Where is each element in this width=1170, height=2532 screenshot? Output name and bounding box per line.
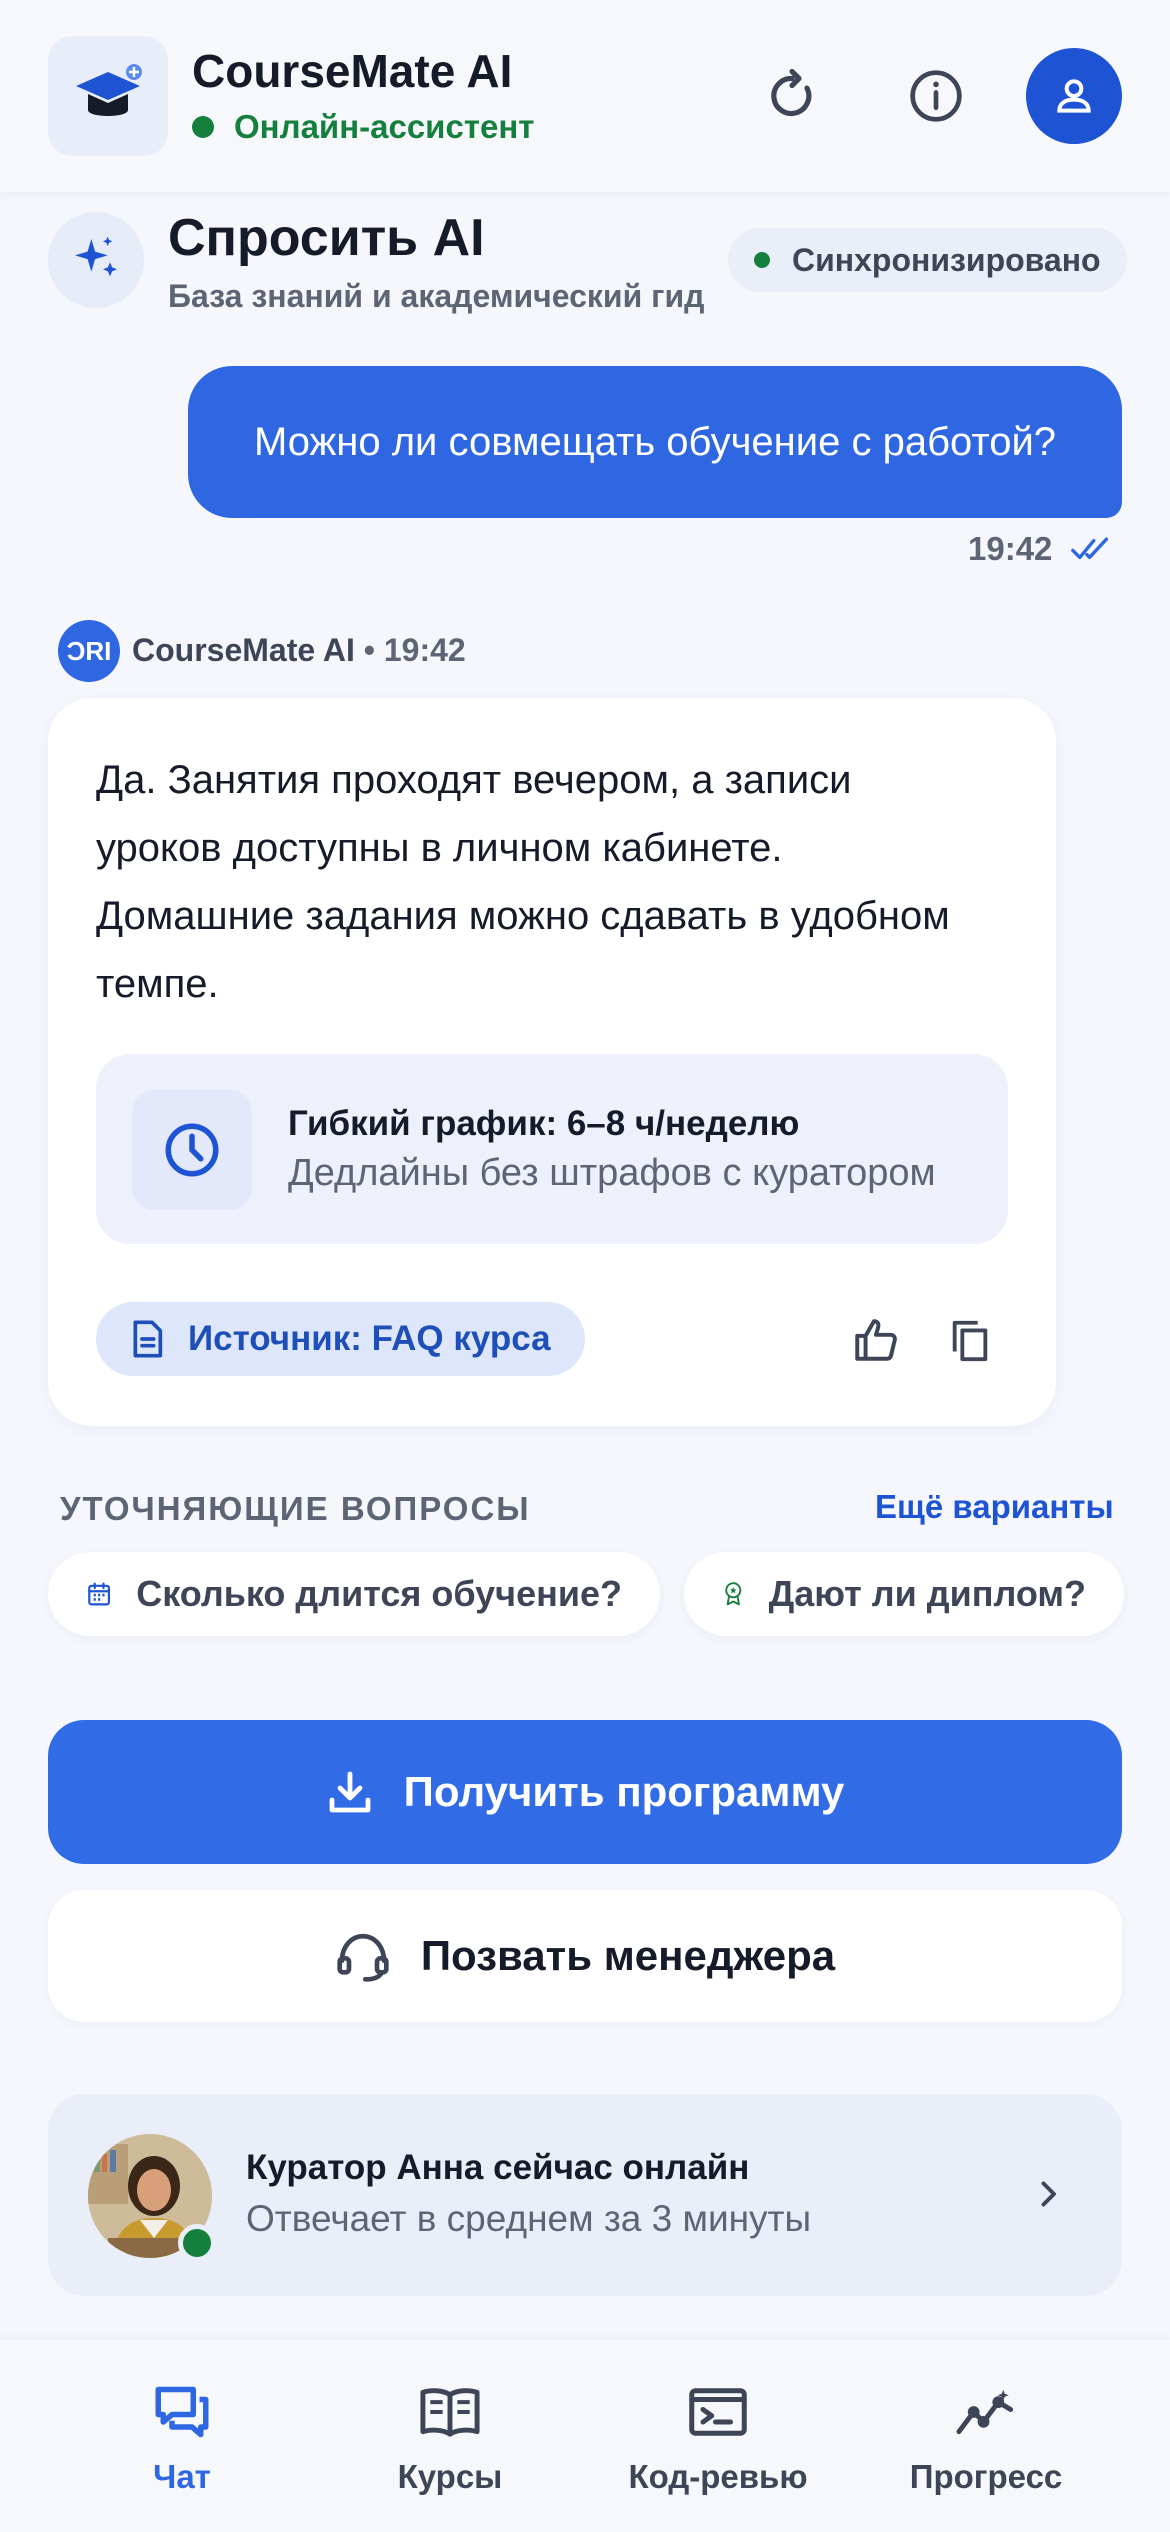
- chevron-right-icon: [1016, 2162, 1080, 2226]
- graduation-cap-icon: [48, 36, 168, 156]
- info-button[interactable]: [888, 48, 984, 144]
- app-title: CourseMate AI: [192, 45, 513, 97]
- double-check-icon: [1071, 537, 1109, 560]
- sync-dot: [754, 252, 770, 268]
- download-icon: [329, 1771, 371, 1813]
- user-message-time: 19:42: [968, 530, 1053, 567]
- headset-icon: [337, 1933, 389, 1982]
- ai-avatar-text: ƆRI: [66, 635, 112, 666]
- progress-icon: [954, 2380, 1018, 2444]
- nav-item-chat[interactable]: Чат: [36, 2340, 328, 2532]
- copy-button[interactable]: [938, 1308, 1002, 1372]
- ai-message-time: • 19:42: [363, 632, 466, 668]
- sync-status-label: Синхронизировано: [792, 241, 1101, 278]
- followup-chip-label: Дают ли диплом?: [768, 1573, 1086, 1614]
- assistant-status: Онлайн-ассистент: [192, 108, 534, 146]
- page-subtitle: База знаний и академический гид: [168, 278, 705, 314]
- nav-label: Курсы: [397, 2458, 503, 2495]
- source-chip[interactable]: Источник: FAQ курса: [96, 1302, 585, 1376]
- nav-label: Код-ревью: [628, 2458, 808, 2495]
- ai-message-card: Да. Занятия проходят вечером, а записи у…: [48, 698, 1056, 1426]
- nav-label: Прогресс: [909, 2458, 1063, 2495]
- get-program-label: Получить программу: [403, 1768, 845, 1815]
- call-manager-label: Позвать менеджера: [420, 1932, 836, 1979]
- sync-status-badge: Синхронизировано: [728, 228, 1127, 292]
- clock-icon: [132, 1090, 252, 1210]
- curator-name: Куратор Анна сейчас онлайн: [246, 2148, 750, 2187]
- assistant-status-label: Онлайн-ассистент: [234, 108, 535, 145]
- terminal-icon: [688, 2380, 748, 2444]
- schedule-info-box: Гибкий график: 6–8 ч/неделю Дедлайны без…: [96, 1054, 1008, 1244]
- followup-chip-duration[interactable]: Сколько длится обучение?: [48, 1552, 660, 1636]
- bottom-navigation: Чат Курсы Код-ревью Прогресс: [0, 2340, 1170, 2532]
- refresh-icon: [771, 68, 812, 116]
- schedule-title: Гибкий график: 6–8 ч/неделю: [288, 1104, 800, 1143]
- page-title: Спросить AI: [168, 209, 485, 267]
- call-manager-button[interactable]: Позвать менеджера: [48, 1890, 1122, 2022]
- user-message-meta: 19:42: [968, 530, 1112, 568]
- curator-card[interactable]: Куратор Анна сейчас онлайн Отвечает в ср…: [48, 2094, 1122, 2296]
- refresh-button[interactable]: [744, 48, 840, 144]
- like-button[interactable]: [844, 1308, 908, 1372]
- book-icon: [418, 2380, 482, 2444]
- thumbs-up-icon: [855, 1319, 897, 1361]
- followup-chip-diploma[interactable]: Дают ли диплом?: [684, 1552, 1124, 1636]
- get-program-button[interactable]: Получить программу: [48, 1720, 1122, 1864]
- ai-message-text: Да. Занятия проходят вечером, а записи у…: [96, 758, 950, 1006]
- online-dot: [192, 116, 214, 138]
- followup-chip-label: Сколько длится обучение?: [136, 1573, 622, 1614]
- ai-avatar: ƆRI: [58, 620, 120, 682]
- user-message-bubble: Можно ли совмещать обучение с работой?: [188, 366, 1122, 518]
- profile-button[interactable]: [1026, 48, 1122, 144]
- schedule-subtitle: Дедлайны без штрафов с куратором: [288, 1152, 936, 1194]
- award-icon: [725, 1582, 742, 1606]
- curator-online-indicator: [178, 2224, 216, 2262]
- profile-icon: [1057, 79, 1091, 113]
- document-icon: [133, 1320, 163, 1358]
- app-header: CourseMate AI Онлайн-ассистент: [0, 0, 1170, 192]
- sparkles-icon: [48, 212, 144, 308]
- nav-item-courses[interactable]: Курсы: [304, 2340, 596, 2532]
- curator-response-time: Отвечает в среднем за 3 минуты: [246, 2198, 812, 2239]
- nav-label: Чат: [153, 2458, 211, 2495]
- info-icon: [910, 70, 962, 122]
- ai-sender-name: CourseMate AI: [132, 632, 355, 668]
- user-message-text: Можно ли совмещать обучение с работой?: [253, 419, 1057, 464]
- chat-icon: [152, 2380, 212, 2444]
- calendar-icon: [88, 1582, 111, 1606]
- nav-item-progress[interactable]: Прогресс: [840, 2340, 1132, 2532]
- app-screen: CourseMate AI Онлайн-ассистент Спросить …: [0, 0, 1170, 2532]
- ai-message-meta: CourseMate AI • 19:42: [132, 632, 466, 669]
- source-label: Источник: FAQ курса: [188, 1319, 551, 1358]
- nav-item-code-review[interactable]: Код-ревью: [572, 2340, 864, 2532]
- copy-icon: [952, 1320, 988, 1362]
- followups-title: УТОЧНЯЮЩИЕ ВОПРОСЫ: [60, 1490, 531, 1527]
- more-options-link[interactable]: Ещё варианты: [875, 1488, 1114, 1526]
